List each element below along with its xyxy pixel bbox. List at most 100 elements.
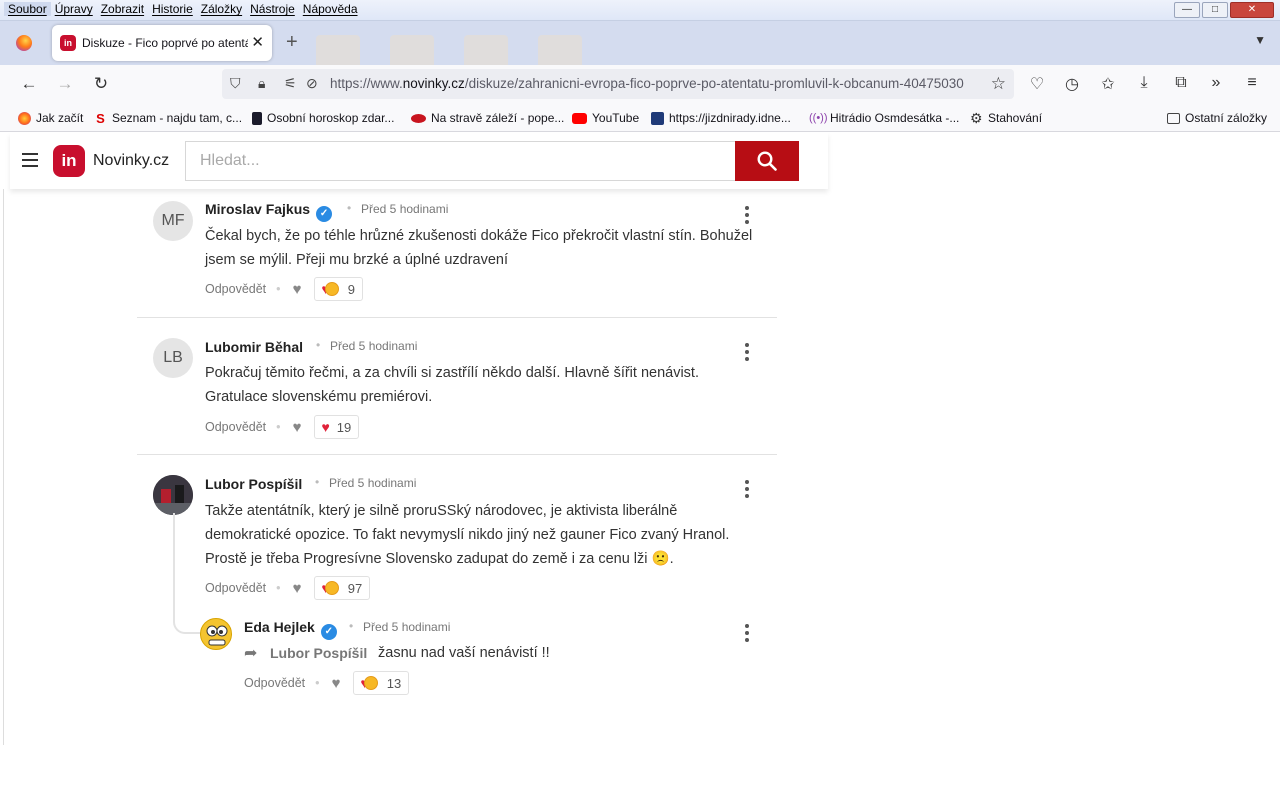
maximize-button[interactable]: □ (1202, 2, 1228, 18)
reply-button[interactable]: Odpovědět (205, 581, 266, 595)
comment-actions: Odpovědět • ♥ ♥97 (205, 576, 371, 600)
separator-dot: • (315, 475, 320, 489)
pocket-icon[interactable]: ♡ (1026, 74, 1048, 94)
reply-comment: Eda Hejlek ✓ • Před 5 hodinami ➦ Lubor Po… (176, 605, 777, 705)
menu-help[interactable]: Nápověda (299, 2, 362, 16)
tab-title: Diskuze - Fico poprvé po atentátu promlu… (82, 36, 248, 50)
url-text[interactable]: https://www.novinky.cz/diskuze/zahranicn… (330, 76, 984, 91)
reply-button[interactable]: Odpovědět (205, 420, 266, 434)
tab-active[interactable]: in Diskuze - Fico poprvé po atentátu pro… (52, 25, 272, 61)
bookmark-item[interactable]: https://jizdnirady.idne... (651, 111, 791, 125)
search-button[interactable] (735, 141, 799, 181)
comment-author[interactable]: Miroslav Fajkus ✓ (205, 201, 333, 222)
shield-icon[interactable]: ⛉ (230, 75, 241, 92)
reply-text: žasnu nad vaší nenávistí !! (378, 645, 550, 661)
reaction-count: 13 (386, 675, 402, 691)
hamburger-menu-icon[interactable] (22, 153, 38, 171)
reply-author[interactable]: Eda Hejlek ✓ (244, 619, 337, 640)
downloads-icon[interactable]: ⤓ (1133, 74, 1155, 92)
bookmarks-bar: Jak začít S Seznam - najdu tam, c... Osob… (0, 103, 1280, 132)
horoscope-icon (252, 111, 262, 125)
reply-button[interactable]: Odpovědět (205, 282, 266, 296)
overflow-icon[interactable]: » (1205, 74, 1227, 92)
bookmark-item[interactable]: Osobní horoskop zdar... (252, 111, 394, 125)
comment-author[interactable]: Lubomir Běhal (205, 339, 303, 355)
site-header: in Novinky.cz (10, 133, 828, 189)
reaction-count: 19 (336, 419, 352, 435)
tab-bar: in Diskuze - Fico poprvé po atentátu pro… (0, 21, 1280, 69)
food-icon (411, 113, 426, 123)
youtube-icon (572, 112, 587, 124)
angry-emoji-icon (363, 676, 378, 690)
reply-to-author[interactable]: Lubor Pospíšil (270, 645, 367, 661)
reply-button[interactable]: Odpovědět (244, 676, 305, 690)
search-box (185, 141, 737, 181)
bookmark-item[interactable]: S Seznam - najdu tam, c... (94, 111, 242, 125)
menu-bookmarks[interactable]: Záložky (197, 2, 246, 16)
minimize-button[interactable]: — (1174, 2, 1200, 18)
lock-icon[interactable]: 🔒︎ (258, 75, 265, 92)
verified-icon: ✓ (316, 206, 333, 222)
comment-author[interactable]: Lubor Pospíšil (205, 476, 302, 492)
bookmark-item[interactable]: YouTube (572, 111, 639, 125)
like-heart-icon[interactable]: ♥ (332, 675, 341, 692)
bookmarks-icon[interactable]: ✩ (1097, 74, 1119, 94)
reactions-count[interactable]: ♥ 19 (314, 415, 360, 439)
avatar[interactable] (153, 475, 193, 515)
pinned-tab-firefox[interactable] (12, 31, 36, 55)
menu-view[interactable]: Zobrazit (97, 2, 148, 16)
like-heart-icon[interactable]: ♥ (293, 580, 302, 597)
menu-tools[interactable]: Nástroje (246, 2, 299, 16)
close-window-button[interactable]: ✕ (1230, 2, 1274, 18)
comment-actions: Odpovědět • ♥ ♥ 19 (205, 415, 360, 439)
avatar[interactable]: MF (153, 201, 193, 241)
extensions-icon[interactable]: ⧉ (1170, 74, 1192, 92)
search-input[interactable] (186, 142, 736, 180)
close-tab-icon[interactable]: ✕ (251, 33, 264, 51)
menu-file[interactable]: Soubor (4, 2, 51, 16)
history-icon[interactable]: ◷ (1061, 74, 1083, 94)
reload-icon[interactable]: ↻ (90, 73, 112, 95)
forward-icon[interactable]: → (54, 73, 76, 95)
avatar[interactable]: LB (153, 338, 193, 378)
separator-dot: • (276, 420, 281, 434)
new-tab-icon[interactable]: + (286, 31, 298, 54)
separator-dot: • (347, 201, 352, 215)
site-name[interactable]: Novinky.cz (93, 152, 169, 170)
bookmark-label: Na stravě záleží - pope... (431, 111, 565, 125)
bookmark-item[interactable]: ⚙ Stahování (970, 109, 1042, 126)
menu-bar: Soubor Úpravy Zobrazit Historie Záložky … (0, 0, 1280, 21)
app-menu-icon[interactable]: ≡ (1241, 74, 1263, 92)
smiley-avatar (206, 625, 228, 646)
author-name: Eda Hejlek (244, 619, 315, 635)
bookmark-item[interactable]: Jak začít (18, 111, 83, 125)
novinky-logo[interactable]: in (53, 145, 85, 177)
bookmark-item[interactable]: Na stravě záleží - pope... (411, 111, 564, 125)
bookmark-item[interactable]: ((•)) Hitrádio Osmdesátka -... (809, 111, 959, 125)
comment-actions: Odpovědět • ♥ ♥13 (244, 671, 410, 695)
back-icon[interactable]: ← (18, 73, 40, 95)
menu-edit[interactable]: Úpravy (51, 2, 97, 16)
avatar[interactable] (200, 618, 232, 650)
verified-icon: ✓ (320, 624, 337, 640)
novinky-favicon-icon: in (60, 35, 76, 51)
list-tabs-icon[interactable]: ▼ (1254, 33, 1266, 47)
other-bookmarks[interactable]: Ostatní záložky (1167, 111, 1267, 125)
like-heart-icon[interactable]: ♥ (293, 419, 302, 436)
menu-history[interactable]: Historie (148, 2, 197, 16)
reaction-count: 9 (347, 281, 356, 297)
reactions-count[interactable]: ♥13 (353, 671, 410, 695)
comment-time: Před 5 hodinami (361, 202, 449, 216)
separator-dot: • (276, 581, 281, 595)
url-bar[interactable]: ⛉ 🔒︎ ⚟ ⊘ https://www.novinky.cz/diskuze/… (222, 69, 1014, 99)
like-heart-icon[interactable]: ♥ (293, 281, 302, 298)
gear-icon: ⚙ (970, 109, 983, 126)
bookmark-star-icon[interactable]: ☆ (991, 74, 1006, 94)
reactions-count[interactable]: ♥97 (314, 576, 371, 600)
permissions-icon[interactable]: ⚟ (284, 75, 297, 92)
reactions-count[interactable]: ♥9 (314, 277, 364, 301)
page-content: in Novinky.cz MF Miroslav Fajkus ✓ • Před… (0, 133, 1280, 745)
comment-text: Takže atentátník, který je silně proruSS… (205, 503, 730, 567)
tracking-blocked-icon[interactable]: ⊘ (306, 75, 318, 92)
more-options-icon[interactable] (745, 480, 749, 501)
